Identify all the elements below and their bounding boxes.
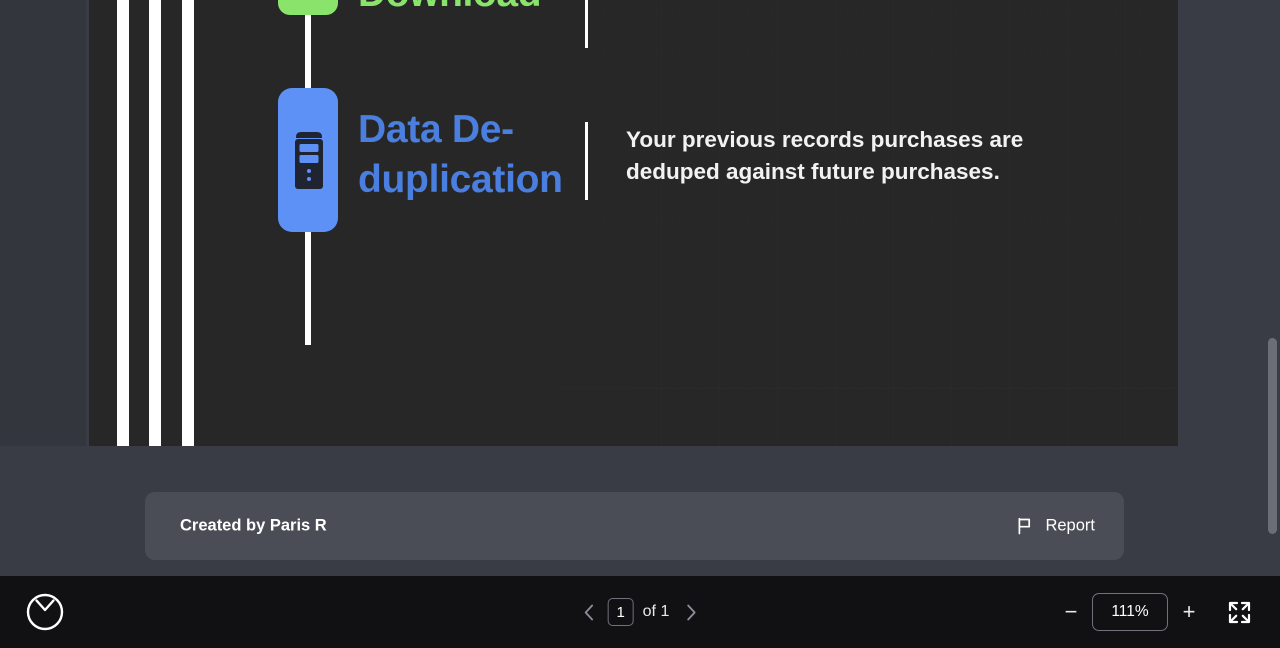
document-credits-bar: Created by Paris R Report (145, 492, 1124, 560)
report-label: Report (1045, 516, 1095, 535)
pdf-page-1[interactable]: Download Data De-duplication Your previo… (89, 0, 1178, 446)
zoom-level-value[interactable]: 111% (1092, 593, 1168, 631)
decor-bar-2 (149, 0, 161, 446)
document-viewer[interactable]: Download Data De-duplication Your previo… (0, 0, 1280, 576)
step-connector-upper (305, 15, 311, 93)
viewer-left-gutter (0, 0, 86, 446)
report-button[interactable]: Report (1015, 517, 1095, 536)
fullscreen-button[interactable] (1222, 595, 1256, 629)
vertical-scrollbar-track[interactable] (1266, 0, 1280, 576)
zoom-out-button[interactable]: − (1056, 597, 1086, 627)
step-chip-data-deduplication (278, 88, 338, 232)
zoom-in-button[interactable]: + (1174, 597, 1204, 627)
next-page-button[interactable] (678, 599, 704, 625)
everand-circle-logo-icon[interactable] (25, 592, 65, 632)
step-chip-download (278, 0, 338, 15)
step-label-data-deduplication: Data De-duplication (358, 108, 563, 201)
page-number-input[interactable] (607, 598, 634, 626)
created-by-label: Created by Paris R (180, 516, 327, 535)
step-connector-lower (305, 232, 311, 345)
step-separator-download (585, 0, 588, 48)
expand-arrows-icon (1228, 601, 1250, 623)
decor-bar-3 (182, 0, 194, 446)
chevron-left-icon (584, 604, 593, 620)
vertical-scrollbar-thumb[interactable] (1268, 338, 1277, 534)
step-separator-data-deduplication (585, 122, 588, 200)
prev-page-button[interactable] (576, 599, 602, 625)
zoom-controls: − 111% + (1056, 593, 1256, 631)
flag-icon (1019, 517, 1031, 535)
step-body-data-deduplication: Your previous records purchases are dedu… (626, 127, 1024, 184)
server-rack-icon (295, 132, 323, 189)
decor-bar-1 (117, 0, 129, 446)
page-background-texture (89, 0, 1178, 446)
page-navigation: of 1 (576, 598, 705, 626)
page-total-label: of 1 (642, 603, 670, 620)
step-label-download: Download (358, 0, 542, 16)
viewer-toolbar: of 1 − 111% + (0, 576, 1280, 648)
chevron-right-icon (687, 604, 696, 620)
